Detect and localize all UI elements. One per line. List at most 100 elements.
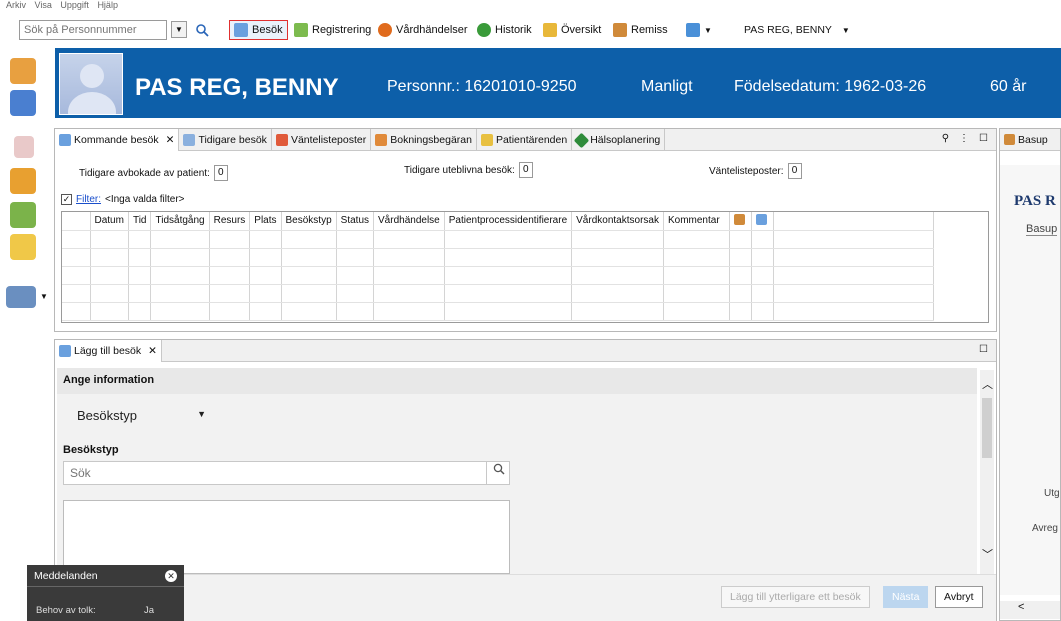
table-row <box>62 266 934 285</box>
col-person[interactable] <box>729 212 752 231</box>
patient-icon[interactable] <box>10 58 36 84</box>
menu-hjalp[interactable]: Hjälp <box>97 1 118 10</box>
tab-label: Kommande besök <box>74 134 159 146</box>
besokstyp-dropdown-label: Besökstyp <box>77 408 137 423</box>
building-dropdown-icon[interactable]: ▼ <box>40 292 48 301</box>
visit-icon <box>183 134 196 146</box>
col-besokstyp[interactable]: Besökstyp <box>281 212 337 231</box>
booking-icon <box>375 134 388 146</box>
besok-button[interactable]: Besök <box>229 20 288 40</box>
avatar <box>59 53 123 115</box>
add-more-button[interactable]: Lägg till ytterligare ett besök <box>721 586 870 608</box>
historik-button[interactable]: Historik <box>477 20 532 40</box>
tab-bokningsbegaran[interactable]: Bokningsbegäran <box>371 129 477 151</box>
more-icon[interactable]: ⋮ <box>959 133 969 144</box>
chevron-down-icon: ▼ <box>197 409 206 419</box>
menu-bar: Arkiv Visa Uppgift Hjälp <box>0 0 1061 10</box>
col-tid[interactable]: Tid <box>128 212 152 231</box>
noshow-value: 0 <box>518 162 533 178</box>
besokstyp-search-input[interactable] <box>63 461 510 485</box>
col-kommentar[interactable]: Kommentar <box>663 212 730 231</box>
col-patientprocess[interactable]: Patientprocessidentifierare <box>444 212 573 231</box>
search-icon[interactable] <box>196 20 209 40</box>
col-plats[interactable]: Plats <box>249 212 282 231</box>
tab-halsoplanering[interactable]: Hälsoplanering <box>572 129 666 151</box>
building-icon[interactable] <box>6 286 36 308</box>
chevron-down-icon[interactable]: ﹀ <box>982 546 993 562</box>
tab-tidigare-besok[interactable]: Tidigare besök <box>179 129 272 151</box>
person-icon <box>733 213 745 225</box>
close-icon[interactable]: ✕ <box>148 345 157 357</box>
basup-title: PAS R <box>1014 193 1056 209</box>
maximize-icon[interactable]: ☐ <box>979 344 988 355</box>
col-tidsatgang[interactable]: Tidsåtgång <box>150 212 210 231</box>
messages-header: Meddelanden ✕ <box>27 565 184 587</box>
cancelled-label: Tidigare avbokade av patient: <box>79 167 210 179</box>
close-icon[interactable]: ✕ <box>166 134 175 146</box>
overview-icon <box>543 23 557 37</box>
clipboard-icon[interactable] <box>10 168 36 194</box>
add-visit-footer: Lägg till ytterligare ett besök Nästa Av… <box>55 574 996 621</box>
patient-selector[interactable]: PAS REG, BENNY ▼ <box>744 20 850 40</box>
registrering-button[interactable]: Registrering <box>294 20 371 40</box>
patient-icon <box>1004 134 1015 145</box>
filter-row: ✓ Filter: <Inga valda filter> <box>61 194 185 205</box>
col-calendar[interactable] <box>751 212 774 231</box>
menu-visa[interactable]: Visa <box>35 1 52 10</box>
col-datum[interactable]: Datum <box>90 212 129 231</box>
toolbar: ▼ Besök Registrering Vårdhändelser Histo… <box>0 10 1061 48</box>
besokstyp-dropdown[interactable]: Besökstyp ▼ <box>69 404 214 428</box>
messages-panel: Meddelanden ✕ Behov av tolk: Ja <box>27 565 184 621</box>
visit-icon <box>59 345 71 357</box>
tab-lagg-till-besok[interactable]: Lägg till besök ✕ <box>55 340 162 362</box>
add-visit-tabbar: Lägg till besök ✕ ☐ <box>55 340 996 362</box>
patient-birthdate: Födelsedatum: 1962-03-26 <box>734 78 927 95</box>
pin-icon[interactable]: ⚲ <box>942 133 949 144</box>
tab-vantelisteposter[interactable]: Väntelisteposter <box>272 129 372 151</box>
clock-icon <box>378 23 392 37</box>
col-vardkontaktsorsak[interactable]: Vårdkontaktsorsak <box>571 212 664 231</box>
chevron-up-icon[interactable]: ︿ <box>982 376 993 392</box>
tab-label: Basup <box>1018 133 1048 146</box>
tab-kommande-besok[interactable]: Kommande besök ✕ <box>55 129 180 151</box>
besokstyp-list[interactable] <box>63 500 510 574</box>
search-icon[interactable] <box>486 461 510 485</box>
windows-dropdown-button[interactable]: ▼ <box>686 20 712 40</box>
filter-link[interactable]: Filter: <box>76 194 101 205</box>
maximize-icon[interactable]: ☐ <box>979 133 988 144</box>
table-header-row: Datum Tid Tidsåtgång Resurs Plats Besöks… <box>62 212 934 231</box>
horizontal-scrollbar[interactable]: < <box>1000 601 1060 619</box>
tab-patientarenden[interactable]: Patientärenden <box>477 129 573 151</box>
clipboard-arrow-icon[interactable] <box>10 202 36 228</box>
col-vardhandelse[interactable]: Vårdhändelse <box>373 212 445 231</box>
menu-arkiv[interactable]: Arkiv <box>6 1 26 10</box>
filter-checkbox[interactable]: ✓ <box>61 194 72 205</box>
col-status[interactable]: Status <box>336 212 375 231</box>
mail-icon[interactable] <box>10 234 36 260</box>
document-icon[interactable] <box>14 136 34 158</box>
oversikt-button[interactable]: Översikt <box>543 20 601 40</box>
vardhandelser-button[interactable]: Vårdhändelser <box>378 20 468 40</box>
menu-uppgift[interactable]: Uppgift <box>60 1 89 10</box>
search-dropdown-button[interactable]: ▼ <box>171 21 187 38</box>
col-resurs[interactable]: Resurs <box>209 212 251 231</box>
calendar-icon[interactable] <box>10 90 36 116</box>
remiss-button[interactable]: Remiss <box>613 20 668 40</box>
messages-title: Meddelanden <box>34 570 98 582</box>
waitlist-value: 0 <box>787 163 802 179</box>
scrollbar-thumb[interactable] <box>982 398 992 458</box>
personnummer-search-input[interactable] <box>19 20 167 40</box>
pen-icon <box>294 23 308 37</box>
table-row <box>62 284 934 303</box>
visits-panel: Kommande besök ✕ Tidigare besök Väntelis… <box>54 128 997 332</box>
tab-basup[interactable]: Basup <box>1000 129 1060 151</box>
noshow-field: Tidigare uteblivna besök: 0 <box>404 162 533 178</box>
basup-avreg-label: Avreg <box>1032 523 1058 534</box>
patient-personnr: Personnr.: 16201010-9250 <box>387 78 577 95</box>
cancel-button[interactable]: Avbryt <box>935 586 983 608</box>
next-button[interactable]: Nästa <box>883 586 929 608</box>
patient-name: PAS REG, BENNY <box>135 74 339 101</box>
close-icon[interactable]: ✕ <box>165 570 177 582</box>
tab-label: Patientärenden <box>495 134 568 146</box>
tab-label: Hälsoplanering <box>590 134 661 146</box>
